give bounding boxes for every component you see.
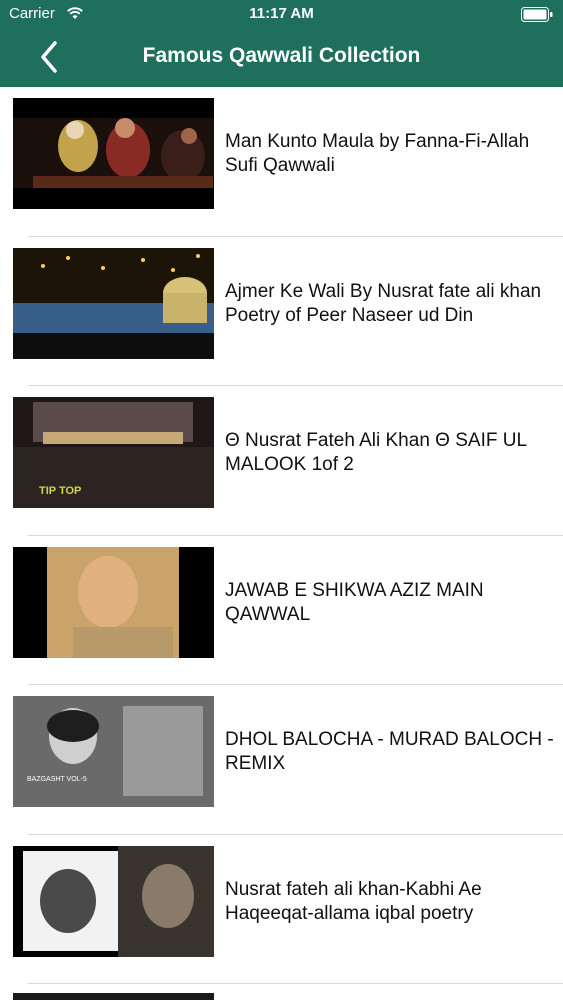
video-thumbnail: TIP TOP <box>13 397 214 508</box>
status-bar: Carrier 11:17 AM <box>0 0 563 30</box>
video-title: Nusrat fateh ali khan-Kabhi Ae Haqeeqat-… <box>225 878 482 924</box>
video-thumbnail: BAZGASHT VOL-5 <box>13 696 214 807</box>
video-thumbnail <box>13 845 214 957</box>
video-title: DHOL BALOCHA - MURAD BALOCH - REMIX <box>225 729 554 774</box>
page-title: Famous Qawwali Collection <box>142 44 421 67</box>
thumbnail-caption: BAZGASHT VOL-5 <box>27 776 87 783</box>
video-title: Θ Nusrat Fateh Ali Khan Θ SAIF UL MALOOK… <box>225 430 527 475</box>
video-list[interactable]: Man Kunto Maula by Fanna-Fi-Allah Sufi Q… <box>0 87 563 984</box>
video-list-item[interactable]: TIP TOP Θ Nusrat Fateh Ali Khan Θ SAIF U… <box>0 386 563 536</box>
video-list-item[interactable]: JAWAB E SHIKWA AZIZ MAIN QAWWAL <box>0 536 563 685</box>
video-title: JAWAB E SHIKWA AZIZ MAIN QAWWAL <box>225 579 484 625</box>
video-thumbnail <box>13 546 214 658</box>
battery-icon <box>521 7 553 27</box>
row-separator <box>28 983 563 984</box>
video-title: Ajmer Ke Wali By Nusrat fate ali khan Po… <box>225 280 542 326</box>
thumbnail-caption: TIP TOP <box>39 485 81 497</box>
video-list-item[interactable]: Nusrat fateh ali khan-Kabhi Ae Haqeeqat-… <box>0 835 563 984</box>
clock: 11:17 AM <box>249 5 314 22</box>
video-list-item[interactable]: Ajmer Ke Wali By Nusrat fate ali khan Po… <box>0 237 563 386</box>
video-list-item[interactable]: BAZGASHT VOL-5 DHOL BALOCHA - MURAD BALO… <box>0 685 563 835</box>
video-thumbnail <box>13 247 214 359</box>
video-list-item[interactable]: Man Kunto Maula by Fanna-Fi-Allah Sufi Q… <box>0 87 563 237</box>
video-title: Man Kunto Maula by Fanna-Fi-Allah Sufi Q… <box>225 131 530 176</box>
video-thumbnail <box>13 98 214 209</box>
video-thumbnail <box>13 993 214 1000</box>
navigation-bar: Carrier 11:17 AM Famous Qawwali Collecti… <box>0 0 563 87</box>
